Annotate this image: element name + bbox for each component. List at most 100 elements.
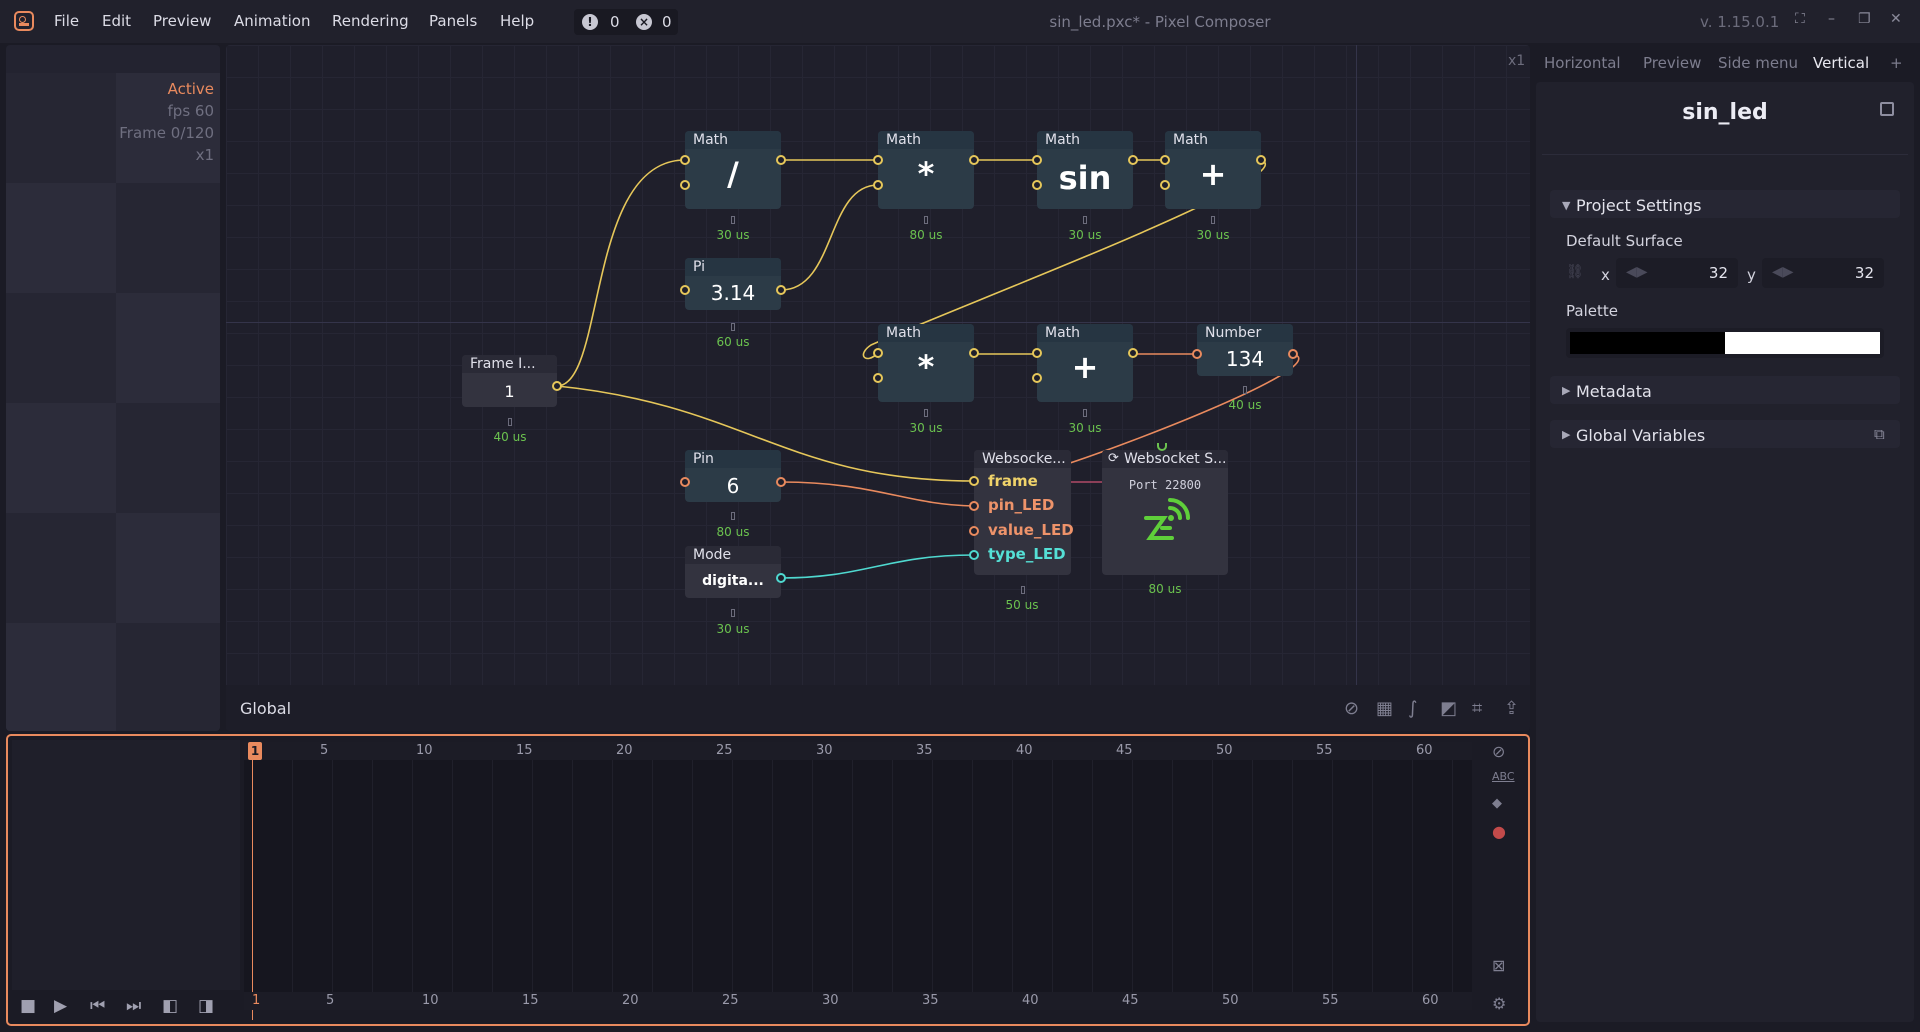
ruler-label: 40 bbox=[1016, 743, 1033, 758]
open-external-icon[interactable]: ⧉ bbox=[1874, 425, 1885, 443]
node-number[interactable]: Number 134 bbox=[1197, 324, 1293, 376]
graph-toolbar bbox=[226, 685, 1530, 731]
input-port[interactable] bbox=[680, 180, 690, 190]
grid-icon[interactable]: ▦ bbox=[1376, 698, 1393, 719]
play-icon[interactable]: ▶ bbox=[54, 996, 67, 1016]
input-port[interactable] bbox=[1032, 155, 1042, 165]
node-math-add[interactable]: Math + bbox=[1165, 131, 1261, 209]
restore-icon[interactable]: ❐ bbox=[1858, 11, 1871, 27]
node-frame-index[interactable]: Frame I... 1 bbox=[462, 355, 557, 407]
node-math-sin[interactable]: Math sin bbox=[1037, 131, 1133, 209]
snap-icon[interactable]: ⌗ bbox=[1472, 698, 1482, 719]
input-port[interactable] bbox=[969, 476, 979, 486]
last-frame-icon[interactable]: ⏭ bbox=[126, 996, 141, 1016]
input-port[interactable] bbox=[873, 348, 883, 358]
palette-selector[interactable] bbox=[1566, 328, 1884, 358]
menu-panels[interactable]: Panels bbox=[429, 12, 477, 30]
text-mode-icon[interactable]: ABC bbox=[1492, 770, 1515, 783]
timeline-tracks[interactable] bbox=[244, 760, 1472, 998]
timeline-ruler-top[interactable]: 5 10 15 20 25 30 35 40 45 50 55 60 bbox=[244, 742, 1472, 760]
graph-context-label[interactable]: Global bbox=[240, 699, 291, 718]
keyframe-icon[interactable]: ◆ bbox=[1492, 796, 1502, 811]
input-port[interactable] bbox=[680, 155, 690, 165]
input-port[interactable] bbox=[1032, 373, 1042, 383]
input-port[interactable] bbox=[680, 477, 690, 487]
output-port[interactable] bbox=[552, 381, 562, 391]
link-icon[interactable]: ⊘ bbox=[1492, 742, 1505, 761]
node-value: * bbox=[917, 155, 935, 193]
output-port[interactable] bbox=[969, 155, 979, 165]
node-pin[interactable]: Pin 6 bbox=[685, 450, 781, 502]
fullscreen-icon[interactable]: ⛶ bbox=[1795, 11, 1805, 27]
input-port[interactable] bbox=[1032, 180, 1042, 190]
preview-canvas[interactable] bbox=[6, 73, 220, 731]
surface-x-input[interactable]: ◀▶ 32 bbox=[1616, 258, 1738, 288]
tab-preview[interactable]: Preview bbox=[1643, 54, 1701, 72]
input-port[interactable] bbox=[873, 155, 883, 165]
input-port[interactable] bbox=[873, 180, 883, 190]
playhead[interactable] bbox=[252, 760, 253, 1020]
export-icon[interactable]: ⇪ bbox=[1504, 698, 1519, 719]
node-math-divide[interactable]: Math / bbox=[685, 131, 781, 209]
input-port[interactable] bbox=[969, 550, 979, 560]
link-icon[interactable]: ⛓ bbox=[1566, 264, 1584, 280]
stop-icon[interactable]: ■ bbox=[20, 996, 36, 1016]
timeline-layer-list[interactable] bbox=[12, 740, 240, 990]
menu-help[interactable]: Help bbox=[500, 12, 534, 30]
output-port[interactable] bbox=[1256, 155, 1266, 165]
tab-add[interactable]: + bbox=[1890, 54, 1903, 72]
node-mode[interactable]: Mode digita... bbox=[685, 546, 781, 598]
close-icon[interactable]: ✕ bbox=[1890, 11, 1902, 27]
input-port[interactable] bbox=[1192, 349, 1202, 359]
menu-file[interactable]: File bbox=[54, 12, 79, 30]
menu-edit[interactable]: Edit bbox=[102, 12, 131, 30]
input-port[interactable] bbox=[680, 285, 690, 295]
tab-side-menu[interactable]: Side menu bbox=[1718, 54, 1798, 72]
output-port[interactable] bbox=[776, 285, 786, 295]
next-key-icon[interactable]: ◨ bbox=[198, 996, 214, 1016]
input-port[interactable] bbox=[1032, 348, 1042, 358]
curve-icon[interactable]: ∫ bbox=[1408, 698, 1417, 719]
output-port[interactable] bbox=[1288, 349, 1298, 359]
menu-animation[interactable]: Animation bbox=[234, 12, 310, 30]
minimap-icon[interactable]: ◩ bbox=[1440, 698, 1457, 719]
output-port[interactable] bbox=[969, 348, 979, 358]
input-port[interactable] bbox=[969, 526, 979, 536]
input-port[interactable] bbox=[873, 373, 883, 383]
node-math-multiply[interactable]: Math * bbox=[878, 131, 974, 209]
app-logo-icon[interactable] bbox=[14, 11, 34, 31]
tab-vertical[interactable]: Vertical bbox=[1813, 54, 1869, 72]
node-pi[interactable]: Pi 3.14 bbox=[685, 258, 781, 310]
first-frame-icon[interactable]: ⏮ bbox=[90, 996, 105, 1016]
version-label: v. 1.15.0.1 bbox=[1700, 13, 1780, 31]
node-value: 3.14 bbox=[710, 281, 756, 305]
color-icon[interactable]: ● bbox=[1492, 822, 1506, 841]
input-port[interactable] bbox=[1160, 180, 1170, 190]
input-port[interactable] bbox=[969, 501, 979, 511]
preview-panel[interactable]: Active fps 60 Frame 0/120 x1 bbox=[6, 45, 220, 731]
node-websocket-server[interactable]: Websocket S... ⟳ Port 22800 bbox=[1102, 450, 1228, 575]
pin-icon[interactable] bbox=[1880, 102, 1894, 116]
menu-preview[interactable]: Preview bbox=[153, 12, 211, 30]
node-math-multiply-2[interactable]: Math * bbox=[878, 324, 974, 402]
timeline-ruler-bottom[interactable]: 1 5 10 15 20 25 30 35 40 45 50 55 60 bbox=[244, 992, 1472, 1010]
link-icon[interactable]: ⊘ bbox=[1344, 698, 1359, 719]
output-port[interactable] bbox=[1128, 155, 1138, 165]
animation-timeline[interactable]: 5 10 15 20 25 30 35 40 45 50 55 60 1 1 5… bbox=[6, 734, 1530, 1026]
output-port[interactable] bbox=[776, 573, 786, 583]
prev-key-icon[interactable]: ◧ bbox=[162, 996, 178, 1016]
collapse-icon[interactable]: ⊠ bbox=[1492, 956, 1505, 975]
output-port[interactable] bbox=[1128, 348, 1138, 358]
current-frame-badge[interactable]: 1 bbox=[248, 742, 262, 760]
notification-counter[interactable]: ! 0 × 0 bbox=[574, 9, 678, 35]
input-port[interactable] bbox=[1160, 155, 1170, 165]
tab-horizontal[interactable]: Horizontal bbox=[1544, 54, 1621, 72]
node-graph-panel[interactable]: x1 Math / 30 us Math * 80 us Math sin 30… bbox=[226, 45, 1530, 731]
surface-y-input[interactable]: ◀▶ 32 bbox=[1762, 258, 1884, 288]
output-port[interactable] bbox=[776, 477, 786, 487]
node-math-add-2[interactable]: Math + bbox=[1037, 324, 1133, 402]
menu-rendering[interactable]: Rendering bbox=[332, 12, 409, 30]
minimize-icon[interactable]: – bbox=[1828, 11, 1835, 27]
settings-icon[interactable]: ⚙ bbox=[1492, 994, 1506, 1013]
output-port[interactable] bbox=[776, 155, 786, 165]
